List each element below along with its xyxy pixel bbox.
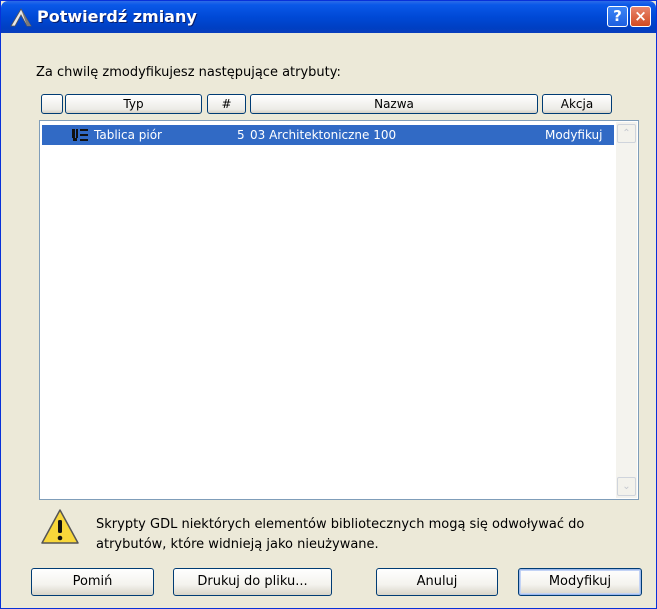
column-header-name[interactable]: Nazwa <box>250 94 538 114</box>
window-title: Potwierdź zmiany <box>37 7 197 26</box>
row-action: Modyfikuj <box>545 128 603 142</box>
warning-icon <box>41 509 79 544</box>
skip-button[interactable]: Pomiń <box>31 568 154 596</box>
row-number: 5 <box>237 128 245 142</box>
help-button[interactable]: ? <box>607 6 628 27</box>
row-type: Tablica piór <box>94 128 162 142</box>
vertical-scrollbar[interactable]: ⌃ ⌄ <box>616 122 637 498</box>
title-bar[interactable]: Potwierdź zmiany ? × <box>1 1 656 33</box>
column-header-checkbox[interactable] <box>41 94 63 114</box>
cancel-button[interactable]: Anuluj <box>376 568 498 596</box>
scroll-down-button[interactable]: ⌄ <box>617 477 636 496</box>
scroll-up-button[interactable]: ⌃ <box>617 124 636 143</box>
warning-message: Skrypty GDL niektórych elementów bibliot… <box>96 515 584 555</box>
pen-set-icon <box>72 129 88 141</box>
column-header-action[interactable]: Akcja <box>542 94 612 114</box>
close-button[interactable]: × <box>630 6 651 27</box>
prompt-text: Za chwilę zmodyfikujesz następujące atry… <box>36 65 341 80</box>
attributes-list[interactable]: Tablica piór 5 03 Architektoniczne 100 M… <box>39 120 639 500</box>
table-row[interactable]: Tablica piór 5 03 Architektoniczne 100 M… <box>42 125 614 145</box>
column-header-type[interactable]: Typ <box>65 94 202 114</box>
warning-line-1: Skrypty GDL niektórych elementów bibliot… <box>96 517 585 532</box>
modify-button[interactable]: Modyfikuj <box>518 568 642 596</box>
column-header-number[interactable]: # <box>207 94 246 114</box>
warning-line-2: atrybutów, które widnieją jako nieużywan… <box>96 537 379 552</box>
archicad-logo-icon <box>10 8 32 27</box>
dialog-window: Potwierdź zmiany ? × Za chwilę zmodyfiku… <box>0 0 657 609</box>
print-to-file-button[interactable]: Drukuj do pliku... <box>173 568 332 596</box>
row-name: 03 Architektoniczne 100 <box>250 128 397 142</box>
